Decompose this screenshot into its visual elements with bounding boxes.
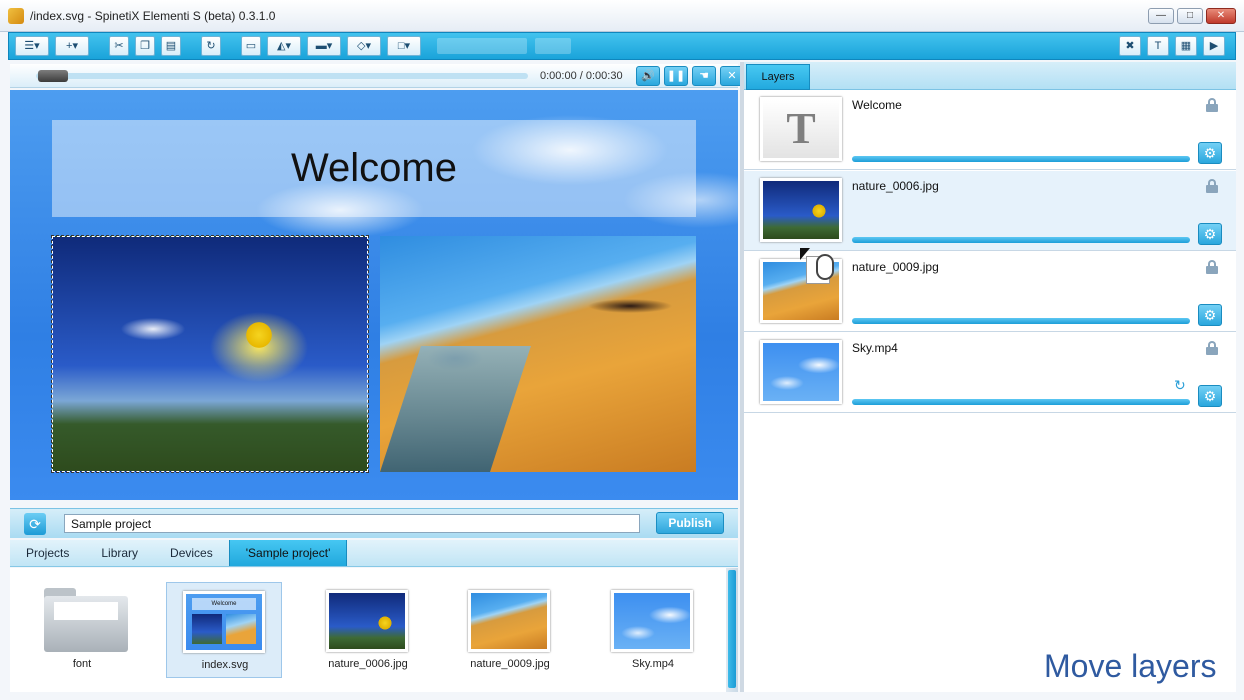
close-button[interactable]: ✕: [1206, 8, 1236, 24]
layer-name: Welcome: [852, 98, 902, 112]
refresh-icon[interactable]: ⟳: [24, 513, 46, 535]
file-browser: font Welcome index.svg nature_0006.jpg n…: [10, 568, 726, 692]
editor-canvas[interactable]: Welcome: [10, 90, 738, 500]
scrollbar-thumb[interactable]: [728, 570, 736, 688]
paste-icon[interactable]: ▤: [161, 36, 181, 56]
fill-icon[interactable]: ◇▾: [347, 36, 381, 56]
text-layer-icon: T: [760, 97, 842, 161]
welcome-text: Welcome: [291, 146, 457, 190]
file-item-font[interactable]: font: [24, 582, 140, 678]
rectangle-icon[interactable]: ▭: [241, 36, 261, 56]
layer-thumbnail: [760, 340, 842, 404]
layer-row-nature-0006[interactable]: nature_0006.jpg ⚙: [744, 171, 1236, 251]
file-browser-scrollbar[interactable]: [726, 568, 738, 692]
font-size-select[interactable]: [535, 38, 571, 54]
file-label: font: [72, 658, 92, 670]
gear-icon[interactable]: ⚙: [1198, 142, 1222, 164]
beach-water: [380, 346, 531, 472]
document-menu-icon[interactable]: ☰▾: [15, 36, 49, 56]
daffodil-image-layer[interactable]: [51, 235, 369, 473]
file-thumbnail: Welcome: [183, 591, 265, 653]
window-controls: — □ ✕: [1148, 8, 1236, 24]
copy-icon[interactable]: ❐: [135, 36, 155, 56]
tab-layers[interactable]: Layers: [746, 64, 810, 90]
layer-duration-bar[interactable]: [852, 399, 1190, 405]
gear-icon[interactable]: ⚙: [1198, 304, 1222, 326]
lock-icon[interactable]: [1206, 260, 1218, 274]
lock-icon[interactable]: [1206, 179, 1218, 193]
folder-icon: [44, 588, 128, 652]
file-thumbnail: [326, 590, 408, 652]
file-label: nature_0006.jpg: [328, 658, 408, 670]
align-icon[interactable]: ◭▾: [267, 36, 301, 56]
beach-image-layer[interactable]: [380, 236, 696, 472]
layer-name: Sky.mp4: [852, 341, 898, 355]
toolbar-right-group: ✖ T ▦ ▶: [1119, 36, 1225, 56]
font-family-select[interactable]: [437, 38, 527, 54]
welcome-text-layer[interactable]: Welcome: [52, 120, 696, 217]
add-image-icon[interactable]: ▦: [1175, 36, 1197, 56]
lock-icon[interactable]: [1206, 341, 1218, 355]
tab-devices[interactable]: Devices: [154, 540, 229, 566]
app-icon: [8, 7, 24, 24]
tab-projects[interactable]: Projects: [10, 540, 85, 566]
gear-icon[interactable]: ⚙: [1198, 223, 1222, 245]
layer-row-welcome[interactable]: T Welcome ⚙: [744, 90, 1236, 170]
layer-thumbnail: [760, 178, 842, 242]
maximize-button[interactable]: □: [1177, 8, 1203, 24]
add-text-icon[interactable]: T: [1147, 36, 1169, 56]
timeline-track[interactable]: [36, 73, 528, 79]
mini-image-2: [226, 614, 256, 644]
file-label: Sky.mp4: [632, 658, 674, 670]
player-controls: 🔊 ❚❚ ☚ ✕: [636, 66, 744, 86]
hand-icon[interactable]: ☚: [692, 66, 716, 86]
stroke-icon[interactable]: □▾: [387, 36, 421, 56]
layer-name: nature_0009.jpg: [852, 260, 939, 274]
gear-icon[interactable]: ⚙: [1198, 385, 1222, 407]
file-item-nature-0009[interactable]: nature_0009.jpg: [452, 582, 568, 678]
add-media-icon[interactable]: ▶: [1203, 36, 1225, 56]
redo-icon[interactable]: ↻: [201, 36, 221, 56]
file-label: nature_0009.jpg: [470, 658, 550, 670]
main-toolbar: ☰▾ +▾ ✂ ❐ ▤ ↻ ▭ ◭▾ ▬▾ ◇▾ □▾ ✖ T ▦ ▶: [8, 32, 1236, 60]
distribute-icon[interactable]: ▬▾: [307, 36, 341, 56]
layers-list: T Welcome ⚙ nature_0006.jpg ⚙ nature_000…: [744, 90, 1236, 692]
pause-icon[interactable]: ❚❚: [664, 66, 688, 86]
publish-button[interactable]: Publish: [656, 512, 724, 534]
title-bar: /index.svg - SpinetiX Elementi S (beta) …: [0, 0, 1244, 32]
file-item-index[interactable]: Welcome index.svg: [166, 582, 282, 678]
mini-welcome-text: Welcome: [192, 598, 256, 610]
volume-icon[interactable]: 🔊: [636, 66, 660, 86]
layer-name: nature_0006.jpg: [852, 179, 939, 193]
drag-cursor-icon: [800, 248, 840, 288]
tab-library[interactable]: Library: [85, 540, 154, 566]
layer-duration-bar[interactable]: [852, 237, 1190, 243]
new-layer-icon[interactable]: +▾: [55, 36, 89, 56]
file-item-sky[interactable]: Sky.mp4: [595, 582, 711, 678]
file-thumbnail: [611, 590, 693, 652]
layer-duration-bar[interactable]: [852, 318, 1190, 324]
timeline-knob[interactable]: [38, 70, 68, 82]
browser-tabs: Projects Library Devices 'Sample project…: [10, 540, 738, 567]
layers-header: Layers: [744, 62, 1236, 90]
file-label: index.svg: [201, 659, 249, 671]
file-thumbnail: [468, 590, 550, 652]
loop-icon[interactable]: ↻: [1174, 377, 1186, 394]
caption-text: Move layers: [1044, 648, 1217, 684]
time-display: 0:00:00 / 0:00:30: [540, 70, 623, 82]
folder-paper: [54, 602, 118, 620]
window-title: /index.svg - SpinetiX Elementi S (beta) …: [30, 8, 276, 23]
project-bar: ⟳ Publish: [10, 508, 738, 538]
cut-icon[interactable]: ✂: [109, 36, 129, 56]
project-name-input[interactable]: [64, 514, 640, 533]
mini-image-1: [192, 614, 222, 644]
delete-layer-icon[interactable]: ✖: [1119, 36, 1141, 56]
layer-row-sky[interactable]: Sky.mp4 ↻ ⚙: [744, 333, 1236, 413]
minimize-button[interactable]: —: [1148, 8, 1174, 24]
lock-icon[interactable]: [1206, 98, 1218, 112]
player-bar: 0:00:00 / 0:00:30 🔊 ❚❚ ☚ ✕: [10, 64, 744, 88]
tab-sample-project[interactable]: 'Sample project': [228, 540, 348, 566]
file-item-nature-0006[interactable]: nature_0006.jpg: [310, 582, 426, 678]
layer-duration-bar[interactable]: [852, 156, 1190, 162]
